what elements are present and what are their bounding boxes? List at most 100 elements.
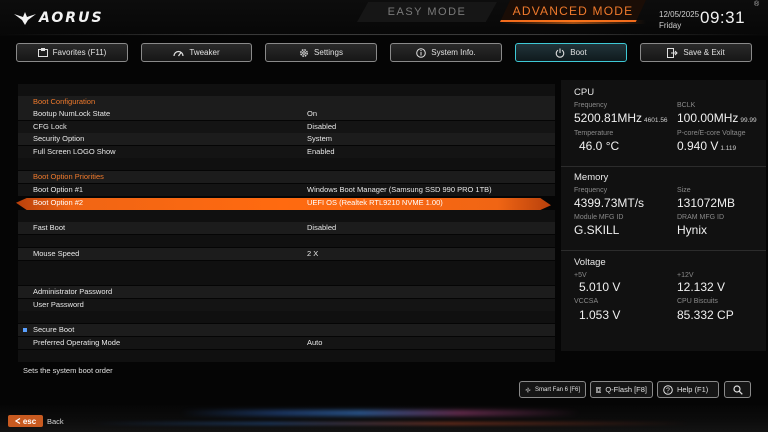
date-display: 12/05/2025 Friday — [659, 9, 699, 31]
spacer-row — [18, 261, 555, 273]
setting-security-option[interactable]: Security Option System — [18, 133, 555, 145]
cpu-temperature-label: Temperature — [574, 130, 614, 137]
setting-label: Full Screen LOGO Show — [33, 147, 116, 156]
memory-frequency: 4399.73MT/s — [574, 196, 645, 210]
setting-label: Secure Boot — [33, 325, 75, 334]
registered-mark: ® — [754, 1, 760, 8]
tab-favorites[interactable]: Favorites (F11) — [16, 43, 128, 62]
cpu-title: CPU — [574, 87, 595, 98]
vccsa-label: VCCSA — [574, 298, 599, 305]
help-label: Help (F1) — [677, 385, 709, 394]
v12-label: +12V — [677, 272, 694, 279]
svg-text:?: ? — [666, 387, 670, 394]
tab-tweaker[interactable]: Tweaker — [141, 43, 252, 62]
gauge-icon — [173, 50, 184, 56]
spacer-row — [18, 350, 555, 362]
section-boot-option-priorities: Boot Option Priorities — [18, 171, 555, 183]
setting-mouse-speed[interactable]: Mouse Speed 2 X — [18, 248, 555, 260]
info-icon — [416, 47, 427, 58]
settings-list: Boot Configuration Bootup NumLock State … — [16, 84, 555, 364]
favorites-icon — [37, 48, 48, 57]
search-button[interactable] — [724, 381, 751, 398]
setting-administrator-password[interactable]: Administrator Password — [18, 286, 555, 298]
aorus-logo: AORUS — [14, 9, 104, 27]
bclk-label: BCLK — [677, 102, 696, 109]
vccsa-value: 1.053 V — [579, 308, 621, 322]
clock: 09:31 — [700, 8, 746, 27]
spacer-row — [18, 311, 555, 323]
setting-boot-option-1[interactable]: Boot Option #1 Windows Boot Manager (Sam… — [18, 184, 555, 196]
setting-value: Disabled — [307, 223, 337, 232]
back-arrow-icon — [14, 418, 21, 424]
v12-value: 12.132 V — [677, 280, 726, 294]
setting-full-screen-logo[interactable]: Full Screen LOGO Show Enabled — [18, 146, 555, 158]
setting-label: Administrator Password — [33, 287, 113, 296]
smart-fan-button[interactable]: Smart Fan 6 [F6] — [519, 381, 586, 398]
tab-label: Favorites (F11) — [52, 48, 107, 57]
setting-value: System — [307, 134, 333, 143]
setting-label: Preferred Operating Mode — [33, 338, 121, 347]
spacer-row — [18, 273, 555, 285]
setting-value: Auto — [307, 338, 323, 347]
tab-settings[interactable]: Settings — [265, 43, 377, 62]
setting-cfg-lock[interactable]: CFG Lock Disabled — [18, 121, 555, 133]
setting-label: Security Option — [33, 134, 85, 143]
setting-preferred-operating-mode[interactable]: Preferred Operating Mode Auto — [18, 337, 555, 349]
setting-bootup-numlock[interactable]: Bootup NumLock State On — [18, 108, 555, 120]
advanced-mode-button[interactable]: ADVANCED MODE — [500, 0, 646, 22]
setting-label: Bootup NumLock State — [33, 109, 111, 118]
module-mfg: G.SKILL — [574, 223, 620, 237]
brand-name: AORUS — [39, 10, 104, 26]
setting-label: User Password — [33, 300, 84, 309]
smart-fan-label: Smart Fan 6 [F6] — [534, 386, 580, 393]
section-boot-configuration: Boot Configuration — [18, 96, 555, 108]
help-icon: ? — [663, 384, 673, 395]
spacer-row — [18, 158, 555, 170]
tab-system-info[interactable]: System Info. — [390, 43, 502, 62]
submenu-secure-boot[interactable]: Secure Boot — [18, 324, 555, 336]
header-divider — [0, 34, 768, 35]
search-icon — [732, 384, 743, 395]
dram-mfg: Hynix — [677, 223, 708, 237]
tab-boot[interactable]: Boot — [515, 43, 627, 62]
setting-label: Mouse Speed — [33, 249, 80, 258]
easy-mode-button[interactable]: EASY MODE — [357, 2, 497, 22]
tab-label: Settings — [314, 48, 343, 57]
v5-label: +5V — [574, 272, 587, 279]
setting-value: Disabled — [307, 122, 337, 131]
setting-user-password[interactable]: User Password — [18, 299, 555, 311]
help-description: Sets the system boot order — [23, 366, 113, 375]
qflash-button[interactable]: Q-Flash [F8] — [590, 381, 653, 398]
weekday: Friday — [659, 21, 682, 30]
help-button[interactable]: ? Help (F1) — [657, 381, 719, 398]
setting-boot-option-2[interactable]: Boot Option #2 UEFI OS (Realtek RTL9210 … — [18, 197, 555, 209]
power-icon — [555, 48, 565, 58]
setting-label: Boot Option #2 — [33, 198, 84, 207]
cpu-frequency-label: Frequency — [574, 102, 608, 109]
cpu-biscuits-label: CPU Biscuits — [677, 298, 718, 305]
exit-icon — [667, 47, 679, 58]
back-label: Back — [47, 417, 64, 426]
voltage-title: Voltage — [574, 257, 606, 268]
memory-title: Memory — [574, 172, 609, 183]
core-voltage: 0.940 V 1.119 — [677, 139, 737, 153]
esc-back-button[interactable]: esc — [8, 415, 43, 427]
tab-label: Boot — [570, 48, 587, 57]
cpu-biscuits: 85.332 CP — [677, 308, 734, 322]
footer-light-streak — [180, 410, 580, 416]
tab-label: Save & Exit — [683, 48, 725, 57]
tab-save-exit[interactable]: Save & Exit — [640, 43, 752, 62]
setting-fast-boot[interactable]: Fast Boot Disabled — [18, 222, 555, 234]
setting-label: Boot Option #1 — [33, 185, 84, 194]
memory-size-label: Size — [677, 187, 691, 194]
fan-icon — [525, 387, 531, 392]
setting-value: 2 X — [307, 249, 319, 258]
section-title: Boot Option Priorities — [33, 172, 104, 181]
setting-label: CFG Lock — [33, 122, 67, 131]
setting-label: Fast Boot — [33, 223, 66, 232]
memory-size: 131072MB — [677, 196, 736, 210]
spacer-row — [18, 210, 555, 222]
qflash-label: Q-Flash [F8] — [605, 385, 647, 394]
setting-value: On — [307, 109, 318, 118]
submenu-bullet-icon — [23, 328, 27, 332]
